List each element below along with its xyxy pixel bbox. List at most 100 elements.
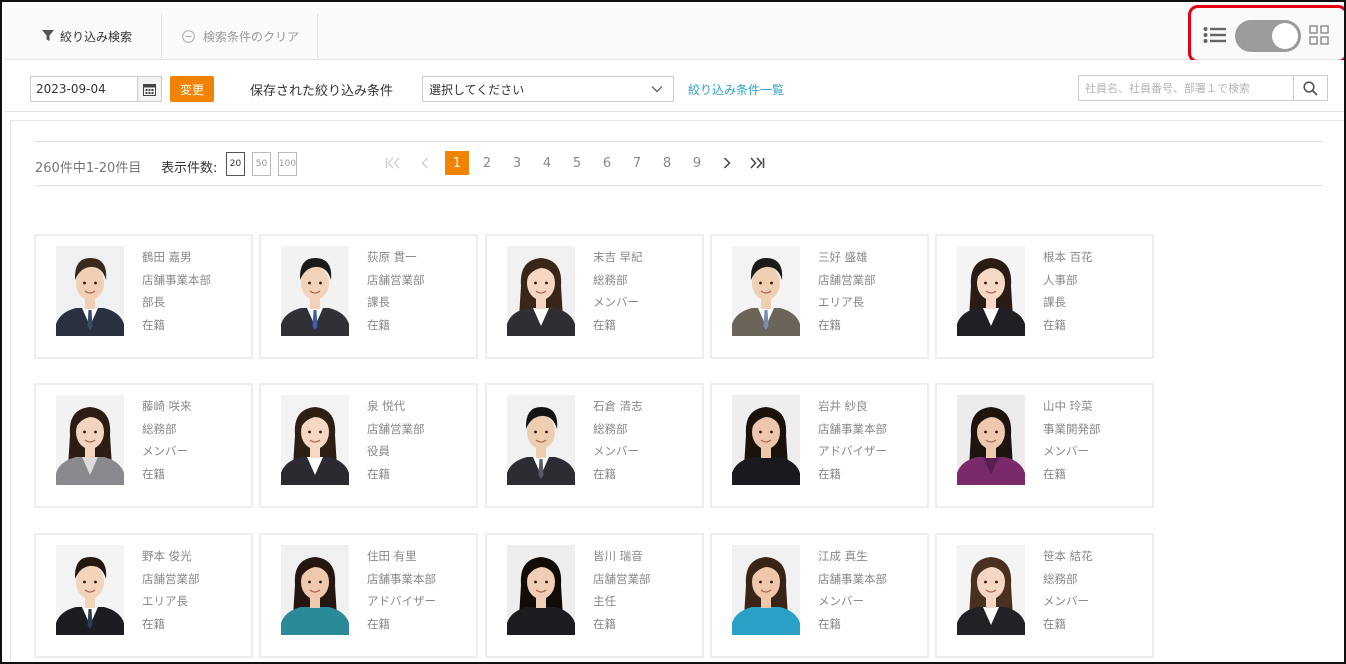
search-button[interactable] [1294,75,1328,101]
employee-card[interactable]: 泉 悦代 店舗営業部 役員 在籍 [259,383,478,508]
employee-photo [957,545,1025,635]
page-7[interactable]: 7 [625,151,649,175]
divider [35,141,1323,142]
employee-photo [957,395,1025,485]
employee-status: 在籍 [1043,317,1066,332]
employee-card[interactable]: 皆川 瑞音 店舗営業部 主任 在籍 [485,533,704,658]
employee-name: 笹本 結花 [1043,549,1093,563]
person-portrait-icon [732,545,800,635]
employee-title: エリア長 [142,594,188,608]
employee-status: 在籍 [367,616,390,631]
employee-name: 江成 真生 [818,549,868,563]
calendar-button[interactable] [138,76,162,102]
employee-title: 課長 [367,295,390,309]
employee-photo [732,246,800,336]
page-4[interactable]: 4 [535,151,559,175]
page-5[interactable]: 5 [565,151,589,175]
employee-card[interactable]: 末吉 早紀 総務部 メンバー 在籍 [485,234,704,359]
search-input[interactable] [1078,75,1294,101]
search-icon [1303,80,1318,96]
employee-info: 笹本 結花 総務部 メンバー 在籍 [1043,545,1093,635]
employee-card[interactable]: 鶴田 嘉男 店舗事業本部 部長 在籍 [34,234,253,359]
page-2[interactable]: 2 [475,151,499,175]
employee-title: アドバイザー [367,594,436,608]
employee-name: 根本 百花 [1043,250,1093,264]
per-page-50[interactable]: 50 [252,152,271,176]
next-page-button[interactable] [715,151,739,175]
employee-department: 店舗営業部 [818,272,876,287]
person-portrait-icon [281,246,349,336]
employee-department: 総務部 [593,421,628,436]
employee-card[interactable]: 荻原 貫一 店舗営業部 課長 在籍 [259,234,478,359]
calendar-icon [143,83,156,96]
chevron-down-icon [651,86,663,93]
employee-status: 在籍 [1043,466,1066,481]
employee-status: 在籍 [818,317,841,332]
employee-photo [281,246,349,336]
page-1[interactable]: 1 [445,151,469,175]
employee-name: 野本 俊光 [142,549,192,563]
employee-photo [732,545,800,635]
employee-card[interactable]: 住田 有里 店舗事業本部 アドバイザー 在籍 [259,533,478,658]
employee-title: エリア長 [818,295,864,309]
divider [35,185,1323,186]
saved-conditions-select[interactable]: 選択してください [422,76,674,102]
per-page-100[interactable]: 100 [278,152,297,176]
first-page-button[interactable] [381,151,405,175]
page-8[interactable]: 8 [655,151,679,175]
person-portrait-icon [56,395,124,485]
employee-card[interactable]: 山中 玲菜 事業開発部 メンバー 在籍 [935,383,1154,508]
employee-card[interactable]: 野本 俊光 店舗営業部 エリア長 在籍 [34,533,253,658]
employee-status: 在籍 [593,317,616,332]
person-portrait-icon [732,395,800,485]
employee-title: メンバー [593,295,639,309]
person-portrait-icon [56,246,124,336]
grid-view-icon[interactable] [1309,25,1329,45]
per-page-label: 表示件数: [161,161,218,176]
filter-search-button[interactable]: 絞り込み検索 [10,14,162,58]
employee-status: 在籍 [367,317,390,332]
employee-info: 三好 盛雄 店舗営業部 エリア長 在籍 [818,246,876,336]
employee-card[interactable]: 笹本 結花 総務部 メンバー 在籍 [935,533,1154,658]
clear-conditions-label: 検索条件のクリア [203,29,300,44]
employee-title: メンバー [593,444,639,458]
date-input[interactable] [30,76,138,102]
saved-conditions-label: 保存された絞り込み条件 [250,84,394,99]
employee-info: 石倉 清志 総務部 メンバー 在籍 [593,395,643,485]
employee-status: 在籍 [142,616,165,631]
conditions-list-link[interactable]: 絞り込み条件一覧 [688,81,784,98]
employee-department: 人事部 [1043,272,1078,287]
employee-name: 住田 有里 [367,549,417,563]
filter-icon [42,30,54,41]
change-date-button[interactable]: 変更 [170,76,214,102]
person-portrait-icon [507,246,575,336]
clear-conditions-button[interactable]: 検索条件のクリア [164,14,318,58]
employee-card[interactable]: 根本 百花 人事部 課長 在籍 [935,234,1154,359]
page-9[interactable]: 9 [685,151,709,175]
employee-status: 在籍 [142,466,165,481]
employee-department: 店舗営業部 [367,272,425,287]
person-portrait-icon [281,545,349,635]
employee-photo [957,246,1025,336]
employee-card[interactable]: 江成 真生 店舗事業本部 メンバー 在籍 [710,533,929,658]
employee-name: 末吉 早紀 [593,250,643,264]
list-view-icon[interactable] [1203,26,1227,44]
employee-title: 役員 [367,444,390,458]
person-portrait-icon [281,395,349,485]
employee-name: 岩井 紗良 [818,399,868,413]
employee-card[interactable]: 石倉 清志 総務部 メンバー 在籍 [485,383,704,508]
employee-photo [281,545,349,635]
page-6[interactable]: 6 [595,151,619,175]
employee-card[interactable]: 藤崎 咲来 総務部 メンバー 在籍 [34,383,253,508]
employee-photo [281,395,349,485]
employee-department: 店舗事業本部 [818,421,887,436]
prev-page-button[interactable] [413,151,437,175]
employee-department: 店舗事業本部 [818,571,887,586]
employee-card[interactable]: 三好 盛雄 店舗営業部 エリア長 在籍 [710,234,929,359]
last-page-button[interactable] [745,151,769,175]
employee-info: 野本 俊光 店舗営業部 エリア長 在籍 [142,545,200,635]
employee-card[interactable]: 岩井 紗良 店舗事業本部 アドバイザー 在籍 [710,383,929,508]
per-page-20[interactable]: 20 [226,152,245,176]
page-3[interactable]: 3 [505,151,529,175]
view-mode-toggle[interactable] [1235,20,1301,52]
